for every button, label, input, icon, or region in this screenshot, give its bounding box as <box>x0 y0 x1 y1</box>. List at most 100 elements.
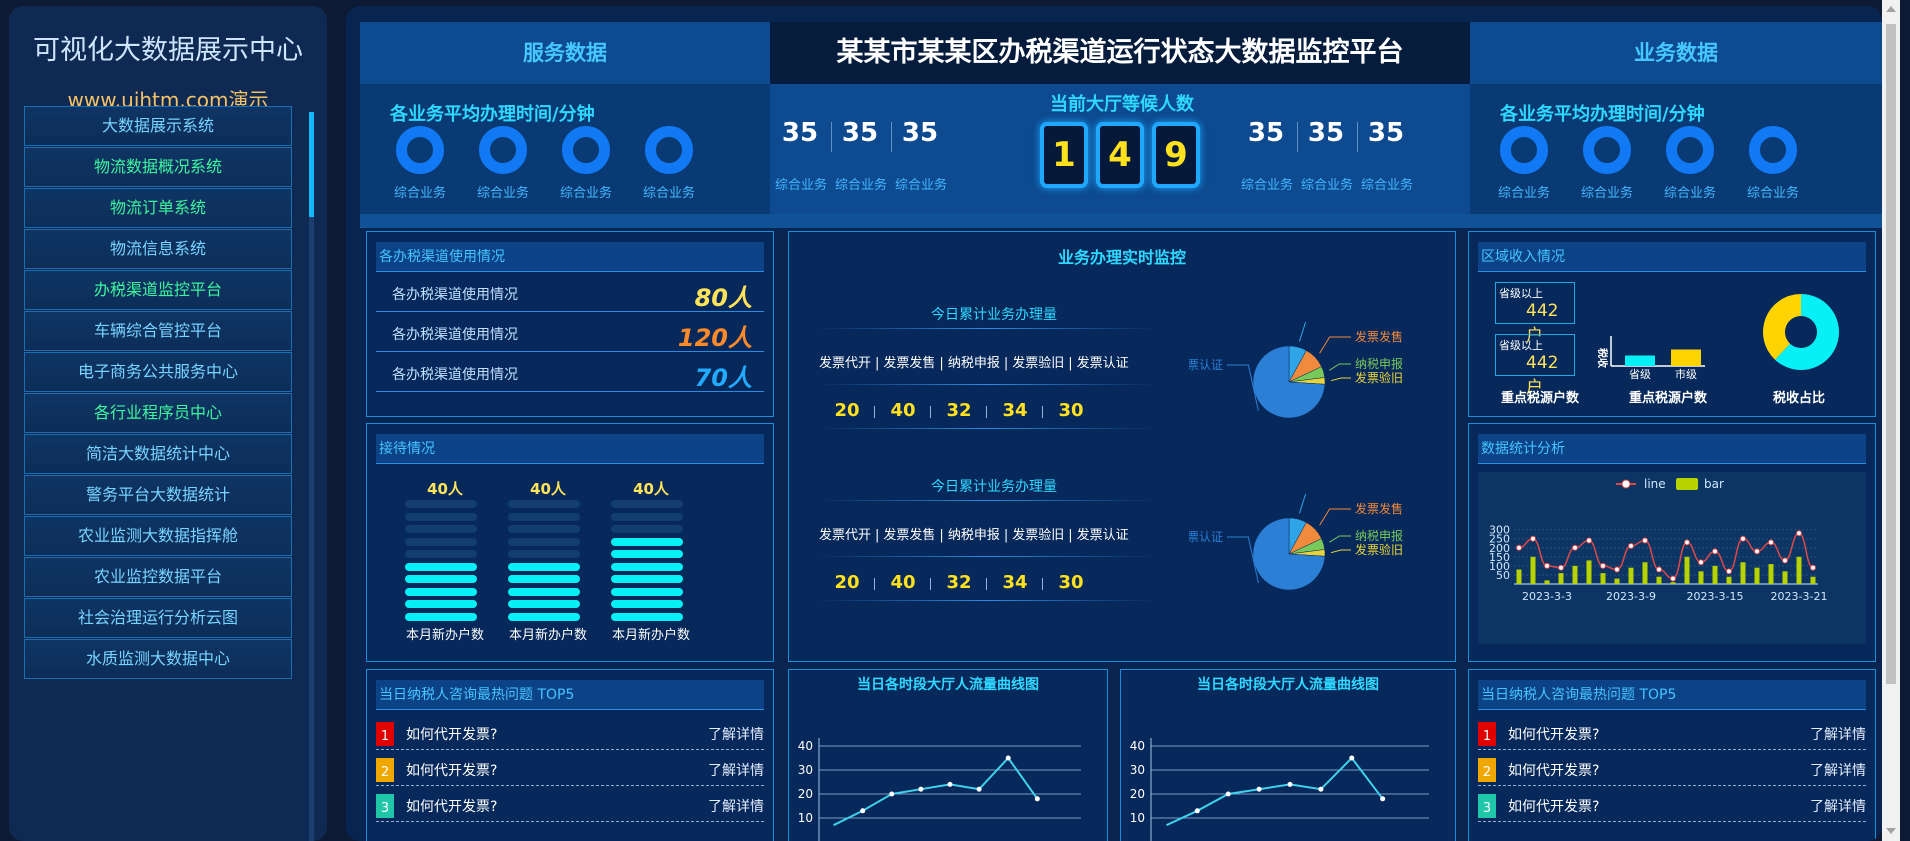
y-tick-label: 30 <box>1130 763 1145 777</box>
value-divider <box>930 406 931 418</box>
level-segment <box>508 500 580 508</box>
line-point <box>1516 544 1522 551</box>
ring-label: 综合业务 <box>1497 186 1550 201</box>
list-item: 各办税渠道使用情况 80人 <box>376 272 764 312</box>
y-tick-label: 10 <box>1130 811 1145 825</box>
sidebar-item[interactable]: 物流数据概况系统 <box>24 147 292 187</box>
question-text: 如何代开发票? <box>1508 727 1600 743</box>
usage-value: 70人 <box>694 364 752 392</box>
x-tick-label: 2023-3-21 <box>1771 590 1828 603</box>
summary-left: 各业务平均办理时间/分钟 综合业务 综合业务 综合业务 综合业务 <box>360 84 770 214</box>
panel-title: 业务办理实时监控 <box>1057 248 1186 267</box>
type-label: 发票代开 <box>819 356 872 371</box>
line-point <box>1256 786 1262 792</box>
rank-badge: 2 <box>376 758 394 782</box>
pie-label: 发票验旧 <box>1355 370 1403 385</box>
level-segment <box>405 562 477 571</box>
x-tick-label: 2023-3-15 <box>1687 590 1744 603</box>
sidebar-item[interactable]: 水质监测大数据中心 <box>24 639 292 679</box>
type-label: 发票认证 <box>1076 356 1129 371</box>
usage-label: 各办税渠道使用情况 <box>392 327 518 343</box>
metric-label: 综合业务 <box>894 178 947 193</box>
line-point <box>860 808 866 814</box>
page-scrollbar[interactable] <box>1882 0 1900 841</box>
detail-link[interactable]: 了解详情 <box>708 796 764 816</box>
sidebar-scroll-thumb[interactable] <box>309 112 314 217</box>
usage-value: 80人 <box>694 284 752 312</box>
bar <box>1796 556 1802 584</box>
panel-title: 数据统计分析 <box>1478 434 1866 464</box>
scroll-down-icon[interactable] <box>1886 828 1896 834</box>
sidebar-item[interactable]: 警务平台大数据统计 <box>24 475 292 515</box>
ring-icon <box>396 126 444 174</box>
pie-leader <box>1227 536 1259 583</box>
level-segment <box>611 525 683 533</box>
level-segment <box>405 587 477 596</box>
line-point <box>1782 557 1788 564</box>
bar <box>1628 567 1634 584</box>
panel-title: 当日各时段大厅人流量曲线图 <box>1197 677 1379 693</box>
bar <box>1614 578 1620 584</box>
question-text: 如何代开发票? <box>406 763 498 779</box>
x-tick-label: 2023-3-9 <box>1606 590 1656 603</box>
bar <box>1642 562 1648 584</box>
pie-label: 发票认证 <box>1189 529 1223 544</box>
type-sep: | <box>939 356 944 371</box>
sidebar-item[interactable]: 各行业程序员中心 <box>24 393 292 433</box>
sidebar-item[interactable]: 物流订单系统 <box>24 188 292 228</box>
type-label: 发票认证 <box>1076 528 1129 543</box>
y-tick-label: 40 <box>1130 739 1145 753</box>
pie-label: 纳税申报 <box>1355 356 1403 371</box>
sidebar-item[interactable]: 大数据展示系统 <box>24 106 292 146</box>
sidebar-item[interactable]: 物流信息系统 <box>24 229 292 269</box>
level-segment <box>508 525 580 533</box>
line-point <box>1614 566 1620 573</box>
stat-box: 省级以上 442户 <box>1495 334 1575 398</box>
level-segment <box>405 600 477 608</box>
line-point <box>1656 566 1662 573</box>
header-left-title: 服务数据 <box>523 41 607 65</box>
sidebar-item[interactable]: 简洁大数据统计中心 <box>24 434 292 474</box>
ring-label: 综合业务 <box>1746 186 1799 201</box>
type-sep: | <box>1068 356 1073 371</box>
sidebar-item[interactable]: 电子商务公共服务中心 <box>24 352 292 392</box>
type-label: 发票代开 <box>819 528 872 543</box>
stat-box-label: 省级以上 <box>1499 287 1543 300</box>
detail-link[interactable]: 了解详情 <box>708 724 764 744</box>
x-tick-label: 2023-3-3 <box>1522 590 1572 603</box>
column-label: 本月新办户数 <box>405 628 484 643</box>
level-segment <box>508 612 580 621</box>
value-divider <box>874 578 875 590</box>
level-segment <box>405 575 477 583</box>
page-scroll-thumb[interactable] <box>1886 24 1896 684</box>
page-title: 某某市某某区办税渠道运行状态大数据监控平台 <box>836 37 1404 68</box>
type-value: 32 <box>946 572 972 593</box>
line-point <box>1740 535 1746 542</box>
usage-label: 各办税渠道使用情况 <box>392 367 518 383</box>
detail-link[interactable]: 了解详情 <box>708 760 764 780</box>
type-label: 发票发售 <box>883 528 936 543</box>
sidebar-item[interactable]: 社会治理运行分析云图 <box>24 598 292 638</box>
bar <box>1544 580 1550 584</box>
bar <box>1670 582 1676 584</box>
detail-link[interactable]: 了解详情 <box>1810 760 1866 780</box>
sidebar-item[interactable]: 农业监控数据平台 <box>24 557 292 597</box>
detail-link[interactable]: 了解详情 <box>1810 724 1866 744</box>
sidebar-item[interactable]: 农业监测大数据指挥舱 <box>24 516 292 556</box>
column-value: 40人 <box>633 480 669 498</box>
bar-tick-label: 市级 <box>1675 367 1697 381</box>
type-sep: | <box>1003 528 1009 543</box>
type-label: 纳税申报 <box>947 528 1000 543</box>
sidebar-item[interactable]: 车辆综合管控平台 <box>24 311 292 351</box>
ring-icon <box>479 126 527 174</box>
detail-link[interactable]: 了解详情 <box>1810 796 1866 816</box>
sidebar-item[interactable]: 办税渠道监控平台 <box>24 270 292 310</box>
scroll-up-icon[interactable] <box>1886 6 1896 12</box>
pie-leader <box>1330 549 1351 554</box>
sidebar-scrollbar[interactable] <box>309 112 314 841</box>
stats-chart: line bar501001502002503002023-3-3 2023-3-9… <box>1478 472 1866 644</box>
pie-chart: 发票代开发票发售纳税申报发票验旧发票认证 <box>1189 494 1403 591</box>
bar <box>1586 560 1592 584</box>
line-point <box>1287 781 1293 787</box>
type-list: 发票代开 | 发票发售 | 纳税申报 | 发票验旧 | 发票认证 <box>817 352 1131 371</box>
